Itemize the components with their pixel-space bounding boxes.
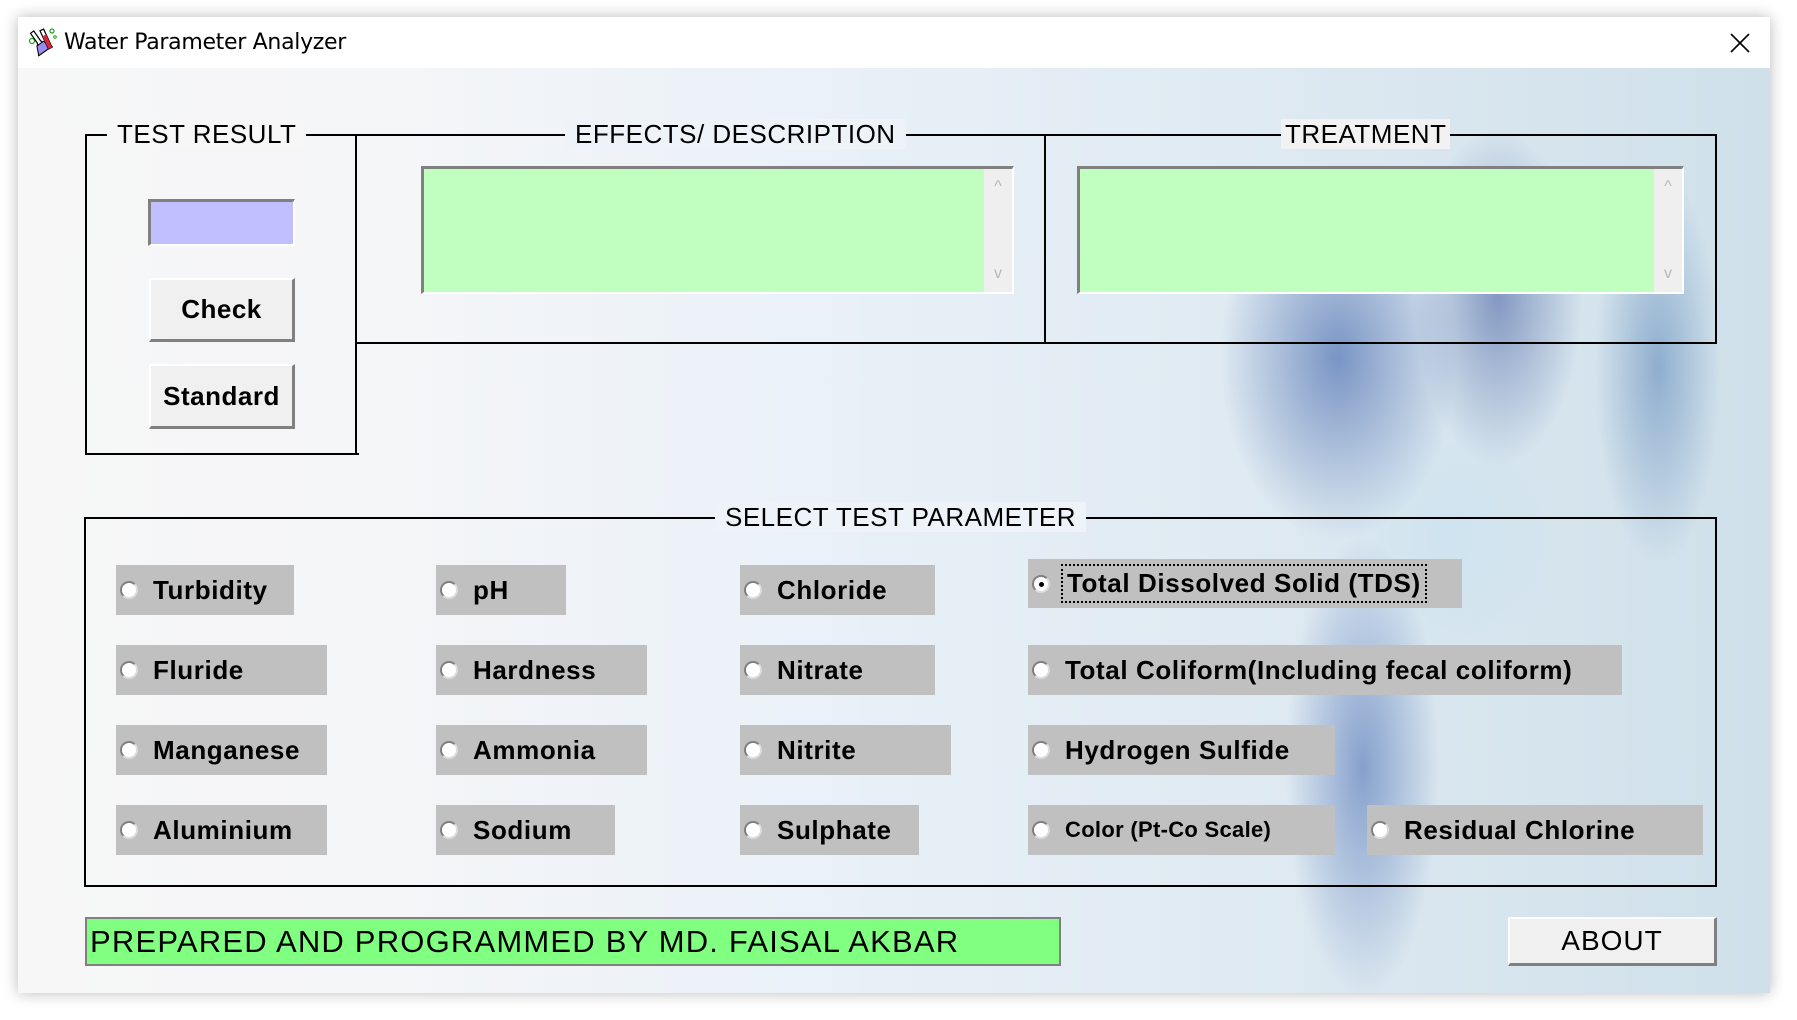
- radio-label: Chloride: [777, 574, 888, 605]
- credit-label: PREPARED AND PROGRAMMED BY MD. FAISAL AK…: [85, 917, 1061, 966]
- result-value-input[interactable]: [148, 199, 295, 246]
- radio-circle[interactable]: [1032, 661, 1050, 679]
- radio-circle[interactable]: [440, 821, 458, 839]
- radio-circle[interactable]: [744, 821, 762, 839]
- radio-nitrite[interactable]: Nitrite: [740, 725, 951, 775]
- lab-flask-icon: [27, 26, 59, 58]
- radio-ammonia[interactable]: Ammonia: [436, 725, 647, 775]
- radio-hydrogen-sulfide[interactable]: Hydrogen Sulfide: [1028, 725, 1335, 775]
- radio-label: Sulphate: [777, 814, 892, 845]
- radio-circle[interactable]: [744, 661, 762, 679]
- radio-label: Hardness: [473, 654, 597, 685]
- radio-circle[interactable]: [440, 741, 458, 759]
- radio-label: Residual Chlorine: [1404, 814, 1636, 845]
- radio-circle[interactable]: [440, 661, 458, 679]
- close-icon: [1730, 32, 1750, 53]
- radio-circle[interactable]: [1032, 821, 1050, 839]
- radio-color-ptco[interactable]: Color (Pt-Co Scale): [1028, 805, 1335, 855]
- radio-circle[interactable]: [120, 581, 138, 599]
- window-title: Water Parameter Analyzer: [64, 30, 347, 55]
- treatment-label: TREATMENT: [1281, 119, 1451, 149]
- frame-divider-left: [355, 134, 357, 455]
- treatment-scrollbar[interactable]: ^ v: [1654, 169, 1682, 292]
- radio-sulphate[interactable]: Sulphate: [740, 805, 919, 855]
- radio-fluride[interactable]: Fluride: [116, 645, 327, 695]
- test-result-label: TEST RESULT: [107, 119, 307, 149]
- scroll-down-icon[interactable]: v: [1654, 260, 1682, 288]
- radio-label: Nitrate: [777, 654, 864, 685]
- radio-label: Hydrogen Sulfide: [1065, 734, 1290, 765]
- radio-total-coliform[interactable]: Total Coliform(Including fecal coliform): [1028, 645, 1622, 695]
- standard-button[interactable]: Standard: [149, 364, 295, 429]
- radio-tds[interactable]: Total Dissolved Solid (TDS): [1028, 559, 1462, 608]
- radio-circle[interactable]: [120, 821, 138, 839]
- radio-circle[interactable]: [1032, 741, 1050, 759]
- radio-label: Manganese: [153, 734, 301, 765]
- treatment-textarea[interactable]: ^ v: [1077, 166, 1684, 294]
- radio-circle[interactable]: [744, 741, 762, 759]
- radio-label: Color (Pt-Co Scale): [1065, 817, 1272, 842]
- client-area: TEST RESULT Check Standard EFFECTS/ DESC…: [18, 68, 1770, 993]
- effects-scrollbar[interactable]: ^ v: [984, 169, 1012, 292]
- radio-label: Ammonia: [473, 734, 596, 765]
- app-window: Water Parameter Analyzer TEST RESULT Che…: [18, 17, 1770, 993]
- radio-turbidity[interactable]: Turbidity: [116, 565, 294, 615]
- radio-manganese[interactable]: Manganese: [116, 725, 327, 775]
- scroll-down-icon[interactable]: v: [984, 260, 1012, 288]
- radio-hardness[interactable]: Hardness: [436, 645, 647, 695]
- radio-circle[interactable]: [744, 581, 762, 599]
- effects-label: EFFECTS/ DESCRIPTION: [565, 119, 906, 149]
- radio-nitrate[interactable]: Nitrate: [740, 645, 935, 695]
- close-button[interactable]: [1710, 17, 1770, 68]
- radio-label: Aluminium: [153, 814, 293, 845]
- radio-circle[interactable]: [120, 741, 138, 759]
- check-button[interactable]: Check: [149, 278, 295, 342]
- title-bar: Water Parameter Analyzer: [18, 17, 1770, 68]
- radio-ph[interactable]: pH: [436, 565, 566, 615]
- radio-circle[interactable]: [440, 581, 458, 599]
- radio-label: Fluride: [153, 654, 244, 685]
- radio-chloride[interactable]: Chloride: [740, 565, 935, 615]
- about-button[interactable]: ABOUT: [1508, 917, 1717, 966]
- radio-label: Total Dissolved Solid (TDS): [1061, 564, 1427, 603]
- radio-circle[interactable]: [120, 661, 138, 679]
- radio-label: Nitrite: [777, 734, 857, 765]
- radio-label: Turbidity: [153, 574, 268, 605]
- radio-circle[interactable]: [1371, 821, 1389, 839]
- scroll-up-icon[interactable]: ^: [1654, 173, 1682, 201]
- effects-textarea[interactable]: ^ v: [421, 166, 1014, 294]
- scroll-up-icon[interactable]: ^: [984, 173, 1012, 201]
- radio-label: Sodium: [473, 814, 572, 845]
- radio-sodium[interactable]: Sodium: [436, 805, 615, 855]
- radio-residual-chlorine[interactable]: Residual Chlorine: [1367, 805, 1703, 855]
- radio-circle-selected[interactable]: [1032, 574, 1050, 593]
- radio-label: pH: [473, 574, 509, 605]
- radio-aluminium[interactable]: Aluminium: [116, 805, 327, 855]
- parameter-frame-label: SELECT TEST PARAMETER: [715, 502, 1087, 532]
- radio-label: Total Coliform(Including fecal coliform): [1065, 654, 1573, 685]
